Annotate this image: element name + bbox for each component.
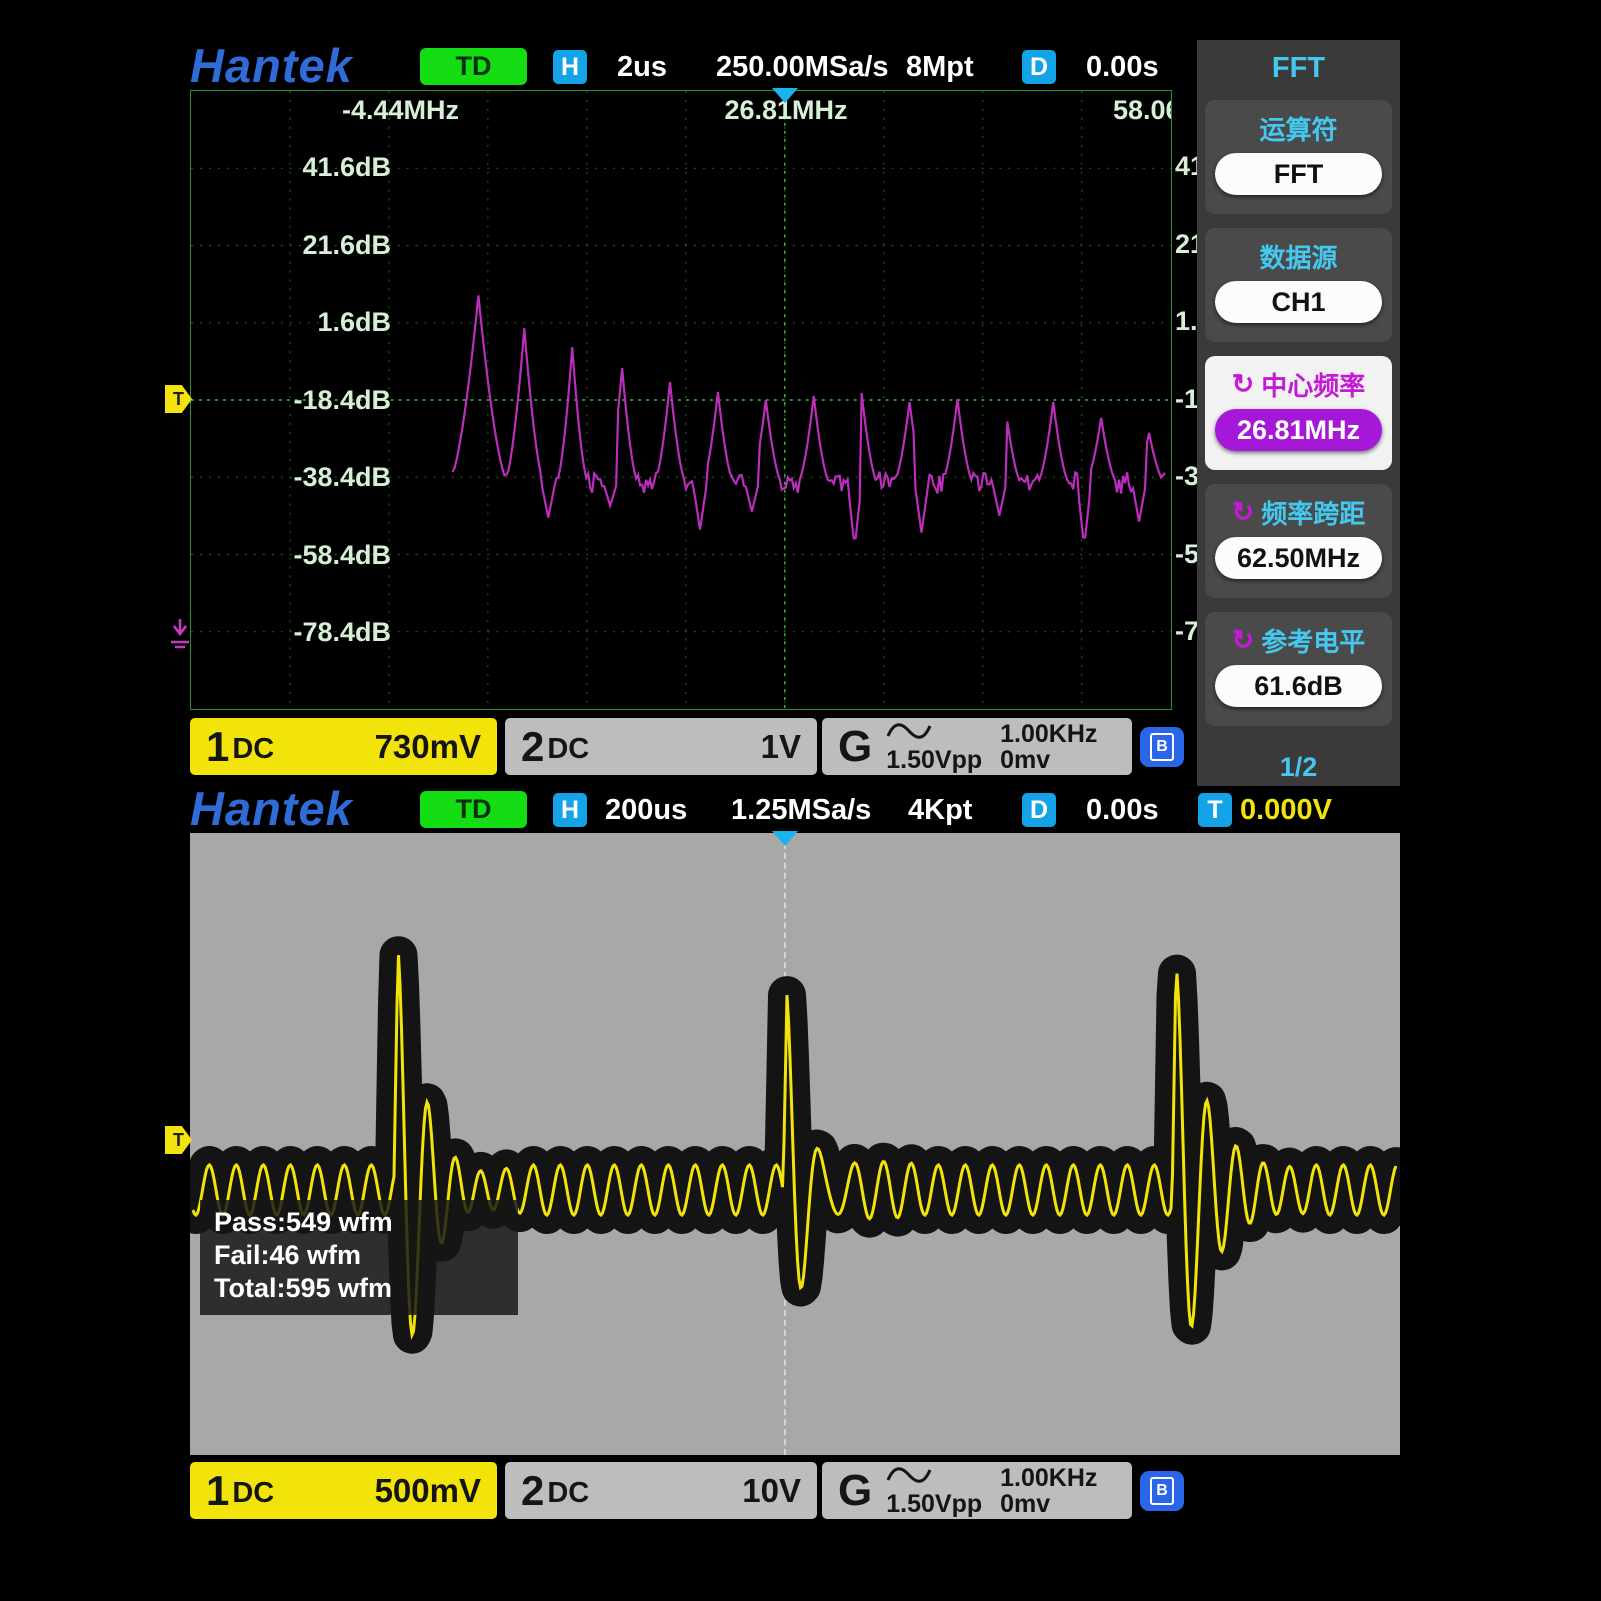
- menu-item-source-label: 数据源: [1205, 238, 1392, 274]
- db-axis-label: -18.4dB: [219, 387, 391, 414]
- trigger-level-value: 0.000V: [1240, 796, 1332, 825]
- menu-item-reference-level-label: 参考电平: [1261, 622, 1365, 659]
- mask-waveform-plot: [190, 833, 1400, 1455]
- trigger-icon[interactable]: T: [1198, 793, 1232, 827]
- channel1-coupling: DC: [232, 1477, 274, 1510]
- signal-generator-box[interactable]: G 1.00KHz 1.50Vpp 0mv: [822, 1462, 1132, 1519]
- db-axis-label-right: -5: [1175, 541, 1199, 568]
- sine-wave-icon: [886, 720, 982, 747]
- db-axis-label-right: -3: [1175, 463, 1199, 490]
- usb-device-icon: B: [1140, 1471, 1184, 1511]
- channel2-box[interactable]: 2 DC 1V: [505, 718, 817, 775]
- fft-graph-area: -4.44MHz 26.81MHz 58.06M 41.6dB 21.6dB 1…: [190, 90, 1172, 710]
- memory-depth-value: 8Mpt: [906, 53, 974, 82]
- channel2-scale: 10V: [742, 1472, 801, 1510]
- menu-item-operator-value[interactable]: FFT: [1215, 153, 1382, 195]
- menu-title: FFT: [1197, 52, 1400, 85]
- total-count: Total:595 wfm: [214, 1272, 504, 1305]
- menu-item-frequency-span-label: 频率跨距: [1261, 494, 1365, 531]
- db-axis-label: 41.6dB: [219, 154, 391, 181]
- generator-frequency: 1.00KHz: [1000, 1465, 1097, 1491]
- generator-offset: 0mv: [1000, 747, 1097, 773]
- math-ground-marker-icon[interactable]: [167, 618, 193, 657]
- fail-count: Fail:46 wfm: [214, 1239, 504, 1272]
- generator-offset: 0mv: [1000, 1491, 1097, 1517]
- channel1-box[interactable]: 1 DC 500mV: [190, 1462, 497, 1519]
- horizontal-icon[interactable]: H: [553, 793, 587, 827]
- menu-item-center-frequency-value[interactable]: 26.81MHz: [1215, 409, 1382, 451]
- db-axis-label: 21.6dB: [219, 232, 391, 259]
- generator-amplitude: 1.50Vpp: [886, 747, 982, 773]
- freq-label-left: -4.44MHz: [309, 97, 459, 124]
- channel2-coupling: DC: [547, 733, 589, 766]
- channel1-scale: 500mV: [375, 1472, 481, 1510]
- sine-wave-icon: [886, 1464, 982, 1491]
- generator-letter: G: [838, 725, 872, 769]
- delay-icon[interactable]: D: [1022, 793, 1056, 827]
- pass-count: Pass:549 wfm: [214, 1206, 504, 1239]
- trigger-position-indicator[interactable]: [772, 88, 798, 103]
- freq-label-right: 58.06M: [1113, 97, 1172, 124]
- menu-item-reference-level-value[interactable]: 61.6dB: [1215, 665, 1382, 707]
- knob-icon: ↻: [1232, 627, 1255, 654]
- fft-menu-panel: FFT 运算符 FFT 数据源 CH1 ↻中心频率 26.81MHz ↻频率跨距…: [1197, 40, 1400, 786]
- channel1-box[interactable]: 1 DC 730mV: [190, 718, 497, 775]
- acquisition-mode-badge: TD: [420, 791, 527, 828]
- memory-depth-value: 4Kpt: [908, 796, 972, 825]
- brand-logo: Hantek: [190, 42, 353, 89]
- channel2-box[interactable]: 2 DC 10V: [505, 1462, 817, 1519]
- trigger-level-marker[interactable]: T: [165, 385, 192, 413]
- horizontal-offset-value: 0.00s: [1086, 53, 1159, 82]
- timebase-value[interactable]: 200us: [605, 796, 687, 825]
- dual-oscilloscope-screenshot: Hantek TD H 2us 250.00MSa/s 8Mpt D 0.00s…: [0, 0, 1601, 1601]
- waveform-graph-area: [190, 833, 1400, 1455]
- db-axis-label: -58.4dB: [219, 542, 391, 569]
- channel2-number: 2: [521, 1470, 544, 1512]
- db-axis-label: -38.4dB: [219, 464, 391, 491]
- knob-icon: ↻: [1232, 499, 1255, 526]
- channel1-scale: 730mV: [375, 728, 481, 766]
- channel1-number: 1: [206, 726, 229, 768]
- delay-icon[interactable]: D: [1022, 50, 1056, 84]
- usb-device-icon: B: [1140, 727, 1184, 767]
- channel1-coupling: DC: [232, 733, 274, 766]
- menu-item-frequency-span[interactable]: ↻频率跨距 62.50MHz: [1205, 484, 1392, 598]
- channel2-number: 2: [521, 726, 544, 768]
- sample-rate-value: 250.00MSa/s: [716, 53, 889, 82]
- menu-item-source[interactable]: 数据源 CH1: [1205, 228, 1392, 342]
- menu-item-center-frequency[interactable]: ↻中心频率 26.81MHz: [1205, 356, 1392, 470]
- signal-generator-box[interactable]: G 1.00KHz 1.50Vpp 0mv: [822, 718, 1132, 775]
- trigger-position-indicator[interactable]: [772, 831, 798, 846]
- channel1-number: 1: [206, 1470, 229, 1512]
- acquisition-mode-badge: TD: [420, 48, 527, 85]
- trigger-level-marker[interactable]: T: [165, 1126, 192, 1154]
- db-axis-label-right: -7: [1175, 618, 1199, 645]
- db-axis-label: -78.4dB: [219, 619, 391, 646]
- generator-letter: G: [838, 1469, 872, 1513]
- menu-item-reference-level[interactable]: ↻参考电平 61.6dB: [1205, 612, 1392, 726]
- menu-item-operator[interactable]: 运算符 FFT: [1205, 100, 1392, 214]
- sample-rate-value: 1.25MSa/s: [731, 796, 871, 825]
- timebase-value[interactable]: 2us: [617, 53, 667, 82]
- generator-frequency: 1.00KHz: [1000, 721, 1097, 747]
- pass-fail-statistics-panel: Pass:549 wfm Fail:46 wfm Total:595 wfm: [200, 1200, 518, 1315]
- channel2-scale: 1V: [761, 728, 801, 766]
- channel2-coupling: DC: [547, 1477, 589, 1510]
- menu-page-indicator[interactable]: 1/2: [1197, 752, 1400, 783]
- menu-item-frequency-span-value[interactable]: 62.50MHz: [1215, 537, 1382, 579]
- menu-item-source-value[interactable]: CH1: [1215, 281, 1382, 323]
- db-axis-label-right: -1: [1175, 386, 1199, 413]
- knob-icon: ↻: [1232, 371, 1255, 398]
- fft-trace: [452, 295, 1165, 538]
- horizontal-offset-value: 0.00s: [1086, 796, 1159, 825]
- db-axis-label: 1.6dB: [219, 309, 391, 336]
- menu-item-center-frequency-label: 中心频率: [1261, 366, 1365, 403]
- brand-logo: Hantek: [190, 785, 353, 832]
- menu-item-operator-label: 运算符: [1205, 110, 1392, 146]
- generator-amplitude: 1.50Vpp: [886, 1491, 982, 1517]
- horizontal-icon[interactable]: H: [553, 50, 587, 84]
